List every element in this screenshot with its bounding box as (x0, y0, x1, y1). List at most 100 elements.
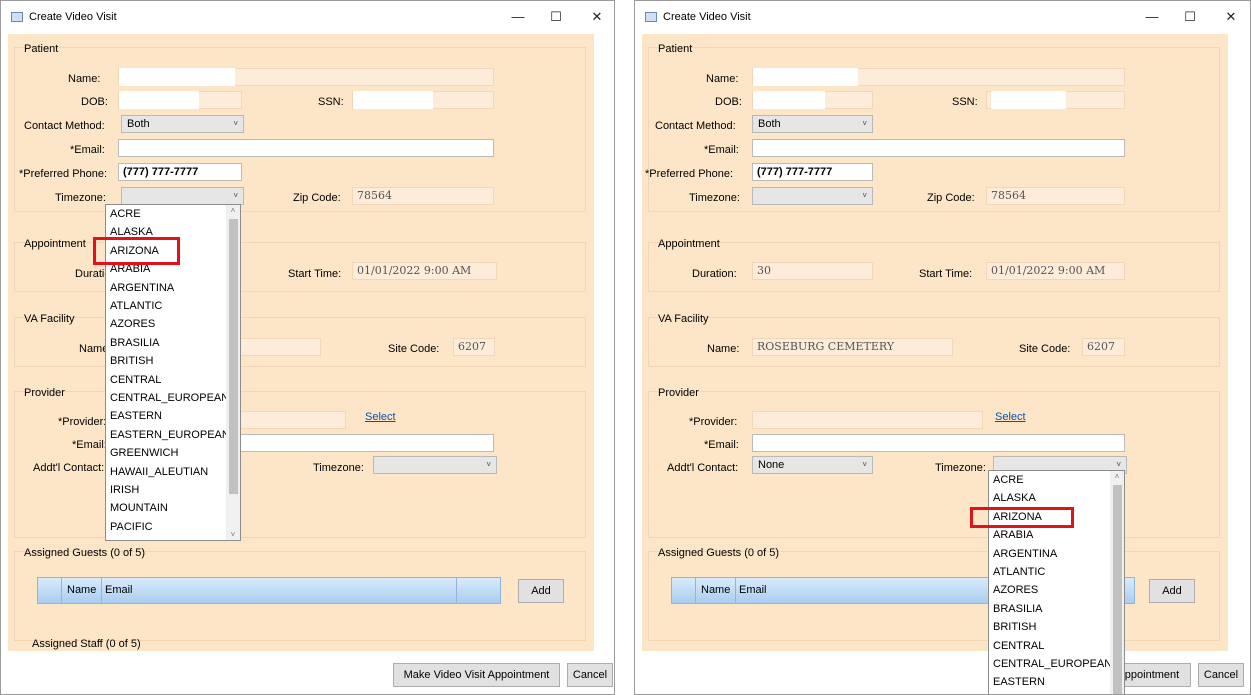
close-icon[interactable]: ✕ (585, 7, 609, 27)
facility-name-label: Name: (707, 343, 740, 355)
add-guest-button[interactable]: Add (518, 579, 564, 603)
dob-field[interactable] (752, 91, 873, 109)
dob-field[interactable] (118, 91, 242, 109)
chevron-down-icon: ˅ (862, 119, 867, 128)
timezone-option[interactable]: ARABIA (993, 529, 1033, 541)
column-email[interactable]: Email (105, 584, 133, 596)
timezone-option[interactable]: ACRE (110, 208, 141, 220)
timezone-option[interactable]: CENTRAL (993, 640, 1044, 652)
timezone-dropdown-list[interactable]: ACRE ALASKA ARIZONA ARABIA ARGENTINA ATLANTIC… (988, 470, 1125, 694)
timezone-option[interactable]: BRITISH (110, 355, 153, 367)
timezone-option[interactable]: ALASKA (993, 492, 1036, 504)
patient-name-field[interactable] (118, 68, 494, 86)
scroll-thumb[interactable] (1113, 485, 1122, 694)
timezone-select[interactable]: ˅ (121, 187, 244, 205)
dropdown-scrollbar[interactable]: ˄ (1110, 471, 1124, 694)
preferred-phone-field[interactable]: (777) 777-7777 (752, 163, 873, 181)
addl-contact-label: Addt'l Contact: (33, 462, 105, 474)
select-provider-link[interactable]: Select (365, 411, 396, 423)
group-title: Appointment (24, 238, 86, 250)
timezone-option[interactable]: PACIFIC (110, 521, 153, 533)
title-bar: Create Video Visit — ☐ ✕ (635, 1, 1250, 33)
chevron-down-icon: ˅ (233, 191, 238, 200)
patient-name-field[interactable] (752, 68, 1125, 86)
timezone-option[interactable]: EASTERN (993, 676, 1045, 688)
contact-method-value: Both (758, 118, 781, 130)
preferred-phone-label: *Preferred Phone: (19, 168, 108, 180)
timezone-option[interactable]: ACRE (993, 474, 1024, 486)
timezone-option[interactable]: CENTRAL_EUROPEAN (110, 392, 229, 404)
timezone-option[interactable]: BRITISH (993, 621, 1036, 633)
provider-field[interactable] (752, 411, 983, 429)
timezone-option[interactable]: AZORES (110, 318, 155, 330)
button-bar: Make Video Visit Appointment Cancel (1, 651, 614, 694)
facility-name-field[interactable]: ROSEBURG CEMETERY (752, 338, 953, 356)
scroll-up-icon[interactable]: ˄ (226, 206, 240, 215)
group-title: Assigned Guests (0 of 5) (24, 547, 146, 559)
minimize-icon[interactable]: — (506, 7, 530, 27)
chevron-down-icon: ˅ (862, 191, 867, 200)
timezone-option[interactable]: ATLANTIC (110, 300, 162, 312)
provider-timezone-label: Timezone: (313, 462, 364, 474)
site-code-field[interactable]: 6207 (1082, 338, 1125, 356)
ssn-label: SSN: (952, 96, 978, 108)
duration-field[interactable]: 30 (752, 262, 873, 280)
close-icon[interactable]: ✕ (1219, 7, 1243, 27)
timezone-option[interactable]: ARGENTINA (110, 282, 174, 294)
timezone-option[interactable]: HAWAII_ALEUTIAN (110, 466, 208, 478)
maximize-icon[interactable]: ☐ (1178, 7, 1202, 27)
start-time-field[interactable]: 01/01/2022 9:00 AM (352, 262, 497, 280)
ssn-field[interactable] (352, 91, 494, 109)
add-guest-button[interactable]: Add (1149, 579, 1195, 603)
timezone-option[interactable]: ATLANTIC (993, 566, 1045, 578)
title-bar: Create Video Visit — ☐ ✕ (1, 1, 614, 33)
email-field[interactable] (752, 139, 1125, 157)
select-provider-link[interactable]: Select (995, 411, 1026, 423)
timezone-select[interactable]: ˅ (752, 187, 873, 205)
provider-label: *Provider: (689, 416, 738, 428)
minimize-icon[interactable]: — (1140, 7, 1164, 27)
timezone-option[interactable]: EASTERN_EUROPEAN (110, 429, 230, 441)
provider-timezone-select[interactable]: ˅ (373, 456, 497, 474)
addl-contact-select[interactable]: None ˅ (752, 456, 873, 474)
zip-code-field[interactable]: 78564 (352, 187, 494, 205)
timezone-option[interactable]: EASTERN (110, 410, 162, 422)
site-code-label: Site Code: (1019, 343, 1071, 355)
email-field[interactable] (118, 139, 494, 157)
timezone-option[interactable]: AZORES (993, 584, 1038, 596)
timezone-option[interactable]: MOUNTAIN (110, 502, 168, 514)
timezone-option[interactable]: BRASILIA (993, 603, 1043, 615)
timezone-label: Timezone: (55, 192, 106, 204)
provider-email-field[interactable] (752, 434, 1125, 452)
make-appointment-button[interactable]: Make Video Visit Appointment (393, 663, 560, 687)
zip-code-field[interactable]: 78564 (986, 187, 1125, 205)
timezone-option[interactable]: IRISH (110, 484, 139, 496)
maximize-icon[interactable]: ☐ (544, 7, 568, 27)
contact-method-select[interactable]: Both ˅ (752, 115, 873, 133)
provider-email-field[interactable] (216, 434, 494, 452)
dropdown-scrollbar[interactable]: ˄ ˅ (226, 205, 240, 540)
timezone-option[interactable]: CENTRAL (110, 374, 161, 386)
contact-method-label: Contact Method: (24, 120, 105, 132)
staff-group-title: Assigned Staff (0 of 5) (32, 638, 141, 650)
cancel-button[interactable]: Cancel (1198, 663, 1244, 687)
cancel-button[interactable]: Cancel (567, 663, 613, 687)
preferred-phone-field[interactable]: (777) 777-7777 (118, 163, 242, 181)
contact-method-select[interactable]: Both ˅ (121, 115, 244, 133)
column-name[interactable]: Name (67, 584, 96, 596)
scroll-thumb[interactable] (229, 219, 238, 494)
column-email[interactable]: Email (739, 584, 767, 596)
group-title: VA Facility (24, 313, 75, 325)
start-time-field[interactable]: 01/01/2022 9:00 AM (986, 262, 1125, 280)
timezone-option[interactable]: GREENWICH (110, 447, 178, 459)
site-code-field[interactable]: 6207 (453, 338, 495, 356)
group-title: Provider (24, 387, 65, 399)
timezone-option[interactable]: BRASILIA (110, 337, 160, 349)
addl-contact-value: None (758, 459, 785, 471)
ssn-field[interactable] (986, 91, 1125, 109)
scroll-down-icon[interactable]: ˅ (226, 530, 240, 539)
timezone-option[interactable]: CENTRAL_EUROPEAN (993, 658, 1112, 670)
timezone-option[interactable]: ARGENTINA (993, 548, 1057, 560)
column-name[interactable]: Name (701, 584, 730, 596)
scroll-up-icon[interactable]: ˄ (1110, 472, 1124, 481)
